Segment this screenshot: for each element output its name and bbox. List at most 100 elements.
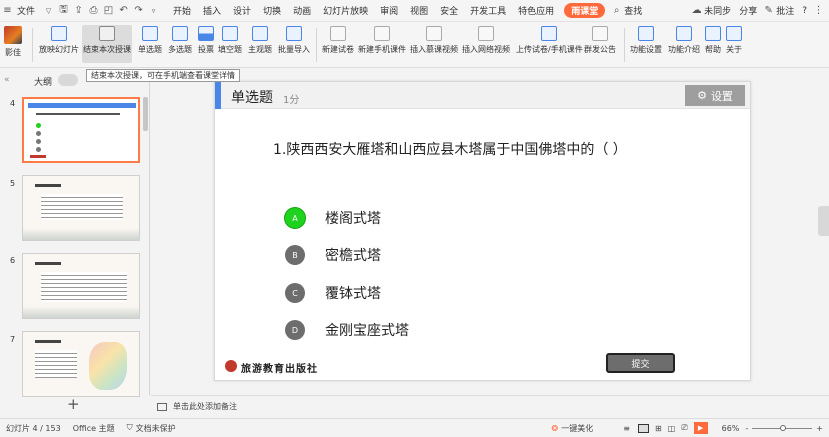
thumb-option-dot <box>36 139 41 144</box>
zoom-out-button[interactable]: - <box>745 424 748 433</box>
new-paper-button[interactable]: 新建试卷 <box>322 26 354 55</box>
question-type-label: 单选题 <box>231 90 273 106</box>
help-button[interactable]: ? <box>798 6 811 16</box>
end-class-tooltip: 结束本次授课，可在手机端查看课堂详情 <box>86 69 240 82</box>
redo-icon[interactable]: ↷ <box>132 4 145 17</box>
more-options-icon[interactable]: ⋮ <box>812 4 825 17</box>
help-ribbon-label: 帮助 <box>705 45 721 54</box>
fill-blank-button[interactable]: 填空题 <box>218 26 242 55</box>
protection-status[interactable]: 文档未保护 <box>136 423 176 434</box>
ribbon-divider <box>624 28 625 62</box>
export-icon[interactable]: ⇪ <box>72 4 85 17</box>
multi-choice-button[interactable]: 多选题 <box>168 26 192 55</box>
thumb-title <box>35 262 61 265</box>
tab-rain-classroom[interactable]: 雨课堂 <box>564 3 606 18</box>
play-icon <box>51 26 67 41</box>
tab-features[interactable]: 特色应用 <box>512 4 560 17</box>
preview-icon[interactable]: ◰ <box>102 4 115 17</box>
status-bar: 幻灯片 4 / 153 Office 主题 ⛉ 文档未保护 ❂ 一键美化 ≡ ⊞… <box>0 418 829 437</box>
slide-thumbnail[interactable] <box>22 175 140 241</box>
settings-button[interactable]: ⚙ 设置 <box>685 85 745 106</box>
announcement-button[interactable]: 群发公告 <box>584 26 616 55</box>
tab-transition[interactable]: 切换 <box>257 4 287 17</box>
insert-mooc-video-button[interactable]: 插入慕课视频 <box>410 26 458 55</box>
play-slideshow-button[interactable]: ▶ <box>693 422 708 434</box>
single-choice-label: 单选题 <box>138 45 162 54</box>
shield-icon: ⛉ <box>126 423 133 432</box>
slide-thumbnail[interactable] <box>22 97 140 163</box>
slide-thumbnail[interactable] <box>22 331 140 397</box>
tab-start[interactable]: 开始 <box>167 4 197 17</box>
single-choice-button[interactable]: 单选题 <box>138 26 162 55</box>
search-label[interactable]: 查找 <box>624 4 648 17</box>
theme-name[interactable]: Office 主题 <box>73 423 115 434</box>
option-d-circle[interactable]: D <box>285 320 305 340</box>
share-button[interactable]: 分享 <box>735 4 761 17</box>
beautify-button[interactable]: 一键美化 <box>561 423 593 434</box>
insert-web-video-button[interactable]: 插入网络视频 <box>462 26 510 55</box>
add-slide-button[interactable]: + <box>67 395 80 413</box>
option-b-circle[interactable]: B <box>285 245 305 265</box>
more-icon[interactable]: ▿ <box>147 4 160 17</box>
play-slides-button[interactable]: 放映幻灯片 <box>39 26 79 55</box>
option-b-text: 密檐式塔 <box>325 248 381 264</box>
zoom-slider[interactable] <box>752 424 813 431</box>
thumb-number: 7 <box>10 335 16 344</box>
file-menu[interactable]: 文件 <box>15 4 41 17</box>
notes-bar[interactable]: 单击此处添加备注 <box>151 395 829 417</box>
tab-developer[interactable]: 开发工具 <box>464 4 512 17</box>
slide-canvas[interactable]: 单选题 1分 ⚙ 设置 1.陕西西安大雁塔和山西应县木塔属于中国佛塔中的（ ） … <box>214 81 751 381</box>
tab-security[interactable]: 安全 <box>434 4 464 17</box>
tab-design[interactable]: 设计 <box>227 4 257 17</box>
search-icon[interactable]: ⌕ <box>610 4 623 17</box>
chevron-down-icon[interactable]: ▽ <box>42 4 55 17</box>
brand-button[interactable]: 影佳 <box>4 26 22 58</box>
batch-import-button[interactable]: 批量导入 <box>278 26 310 55</box>
zoom-in-button[interactable]: + <box>816 424 823 433</box>
subjective-button[interactable]: 主观题 <box>248 26 272 55</box>
option-c-circle[interactable]: C <box>285 283 305 303</box>
question-text: 1.陕西西安大雁塔和山西应县木塔属于中国佛塔中的（ ） <box>273 142 627 158</box>
tab-outline[interactable]: 大纲 <box>34 75 52 88</box>
reading-view-icon[interactable]: ◫ <box>668 424 676 433</box>
tab-view[interactable]: 视图 <box>404 4 434 17</box>
function-settings-button[interactable]: 功能设置 <box>630 26 662 55</box>
print-icon[interactable]: ⎙ <box>87 4 100 17</box>
undo-icon[interactable]: ↶ <box>117 4 130 17</box>
tab-slides[interactable] <box>58 74 78 86</box>
new-mobile-courseware-label: 新建手机课件 <box>358 45 406 54</box>
option-d-text: 金刚宝座式塔 <box>325 323 409 339</box>
notes-toggle-icon[interactable]: ≡ <box>623 424 630 433</box>
zoom-level[interactable]: 66% <box>722 424 740 433</box>
save-icon[interactable]: 🖫 <box>57 4 70 17</box>
zoom-slider-thumb[interactable] <box>780 424 787 431</box>
tab-insert[interactable]: 插入 <box>197 4 227 17</box>
tab-review[interactable]: 审阅 <box>374 4 404 17</box>
sync-status[interactable]: 未同步 <box>704 4 735 17</box>
end-class-button[interactable]: 结束本次授课 <box>82 25 132 63</box>
fill-blank-icon <box>222 26 238 41</box>
function-intro-button[interactable]: 功能介绍 <box>668 26 700 55</box>
notes-icon <box>157 402 167 411</box>
sorter-view-icon[interactable]: ⊞ <box>655 424 662 433</box>
menu-icon[interactable]: ≡ <box>1 4 14 17</box>
submit-button[interactable]: 提交 <box>606 353 675 373</box>
end-class-label: 结束本次授课 <box>83 45 131 54</box>
new-mobile-courseware-button[interactable]: 新建手机课件 <box>358 26 406 55</box>
normal-view-icon[interactable] <box>637 423 649 433</box>
about-button[interactable]: 关于 <box>726 26 742 55</box>
comment-button[interactable]: 批注 <box>776 4 798 17</box>
collapse-panel-icon[interactable]: « <box>4 75 10 85</box>
tab-slideshow[interactable]: 幻灯片放映 <box>317 4 374 17</box>
right-panel-handle[interactable] <box>818 206 829 236</box>
vote-button[interactable]: 投票 <box>198 26 214 55</box>
tab-animation[interactable]: 动画 <box>287 4 317 17</box>
slide-thumbnail[interactable] <box>22 253 140 319</box>
help-ribbon-button[interactable]: 帮助 <box>705 26 721 55</box>
thumb-title <box>35 184 61 187</box>
present-view-icon[interactable]: ⎚ <box>681 423 687 433</box>
upload-button[interactable]: 上传试卷/手机课件 <box>516 26 583 55</box>
option-a-circle[interactable]: A <box>285 208 305 228</box>
mobile-courseware-icon <box>374 26 390 41</box>
panel-scrollbar[interactable] <box>143 97 148 131</box>
